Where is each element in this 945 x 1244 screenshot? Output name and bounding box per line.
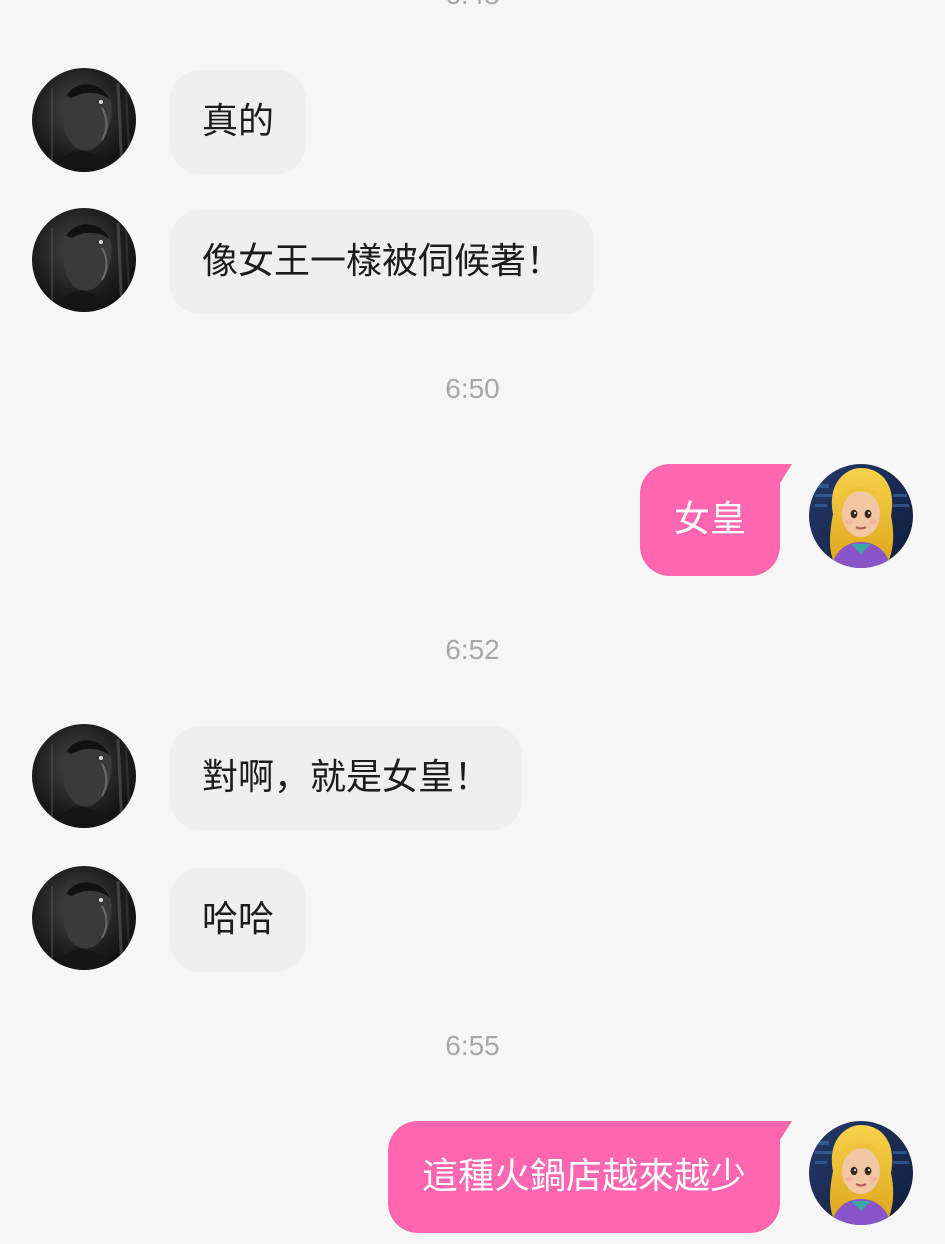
bubble-tail: [778, 464, 792, 486]
contact-avatar[interactable]: [32, 724, 136, 828]
incoming-message-bubble[interactable]: 哈哈: [170, 868, 307, 972]
bubble-tail: [778, 1121, 792, 1143]
message-timestamp: 6:48: [0, 0, 945, 12]
incoming-message-bubble[interactable]: 對啊，就是女皇！: [170, 726, 523, 830]
contact-avatar[interactable]: [32, 208, 136, 312]
outgoing-message-bubble[interactable]: 女皇: [639, 464, 792, 576]
outgoing-message-text: 這種火鍋店越來越少: [421, 1156, 746, 1197]
message-timestamp: 6:52: [445, 634, 500, 665]
incoming-message-bubble[interactable]: 真的: [170, 70, 307, 174]
contact-avatar[interactable]: [32, 866, 136, 970]
outgoing-message-text: 女皇: [673, 499, 746, 540]
message-timestamp: 6:50: [445, 373, 500, 404]
self-avatar[interactable]: [809, 464, 913, 568]
contact-avatar[interactable]: [32, 68, 136, 172]
outgoing-message-bubble[interactable]: 這種火鍋店越來越少: [387, 1121, 792, 1233]
self-avatar[interactable]: [809, 1121, 913, 1225]
incoming-message-bubble[interactable]: 像女王一樣被伺候著！: [170, 210, 595, 314]
message-timestamp: 6:55: [445, 1030, 500, 1061]
